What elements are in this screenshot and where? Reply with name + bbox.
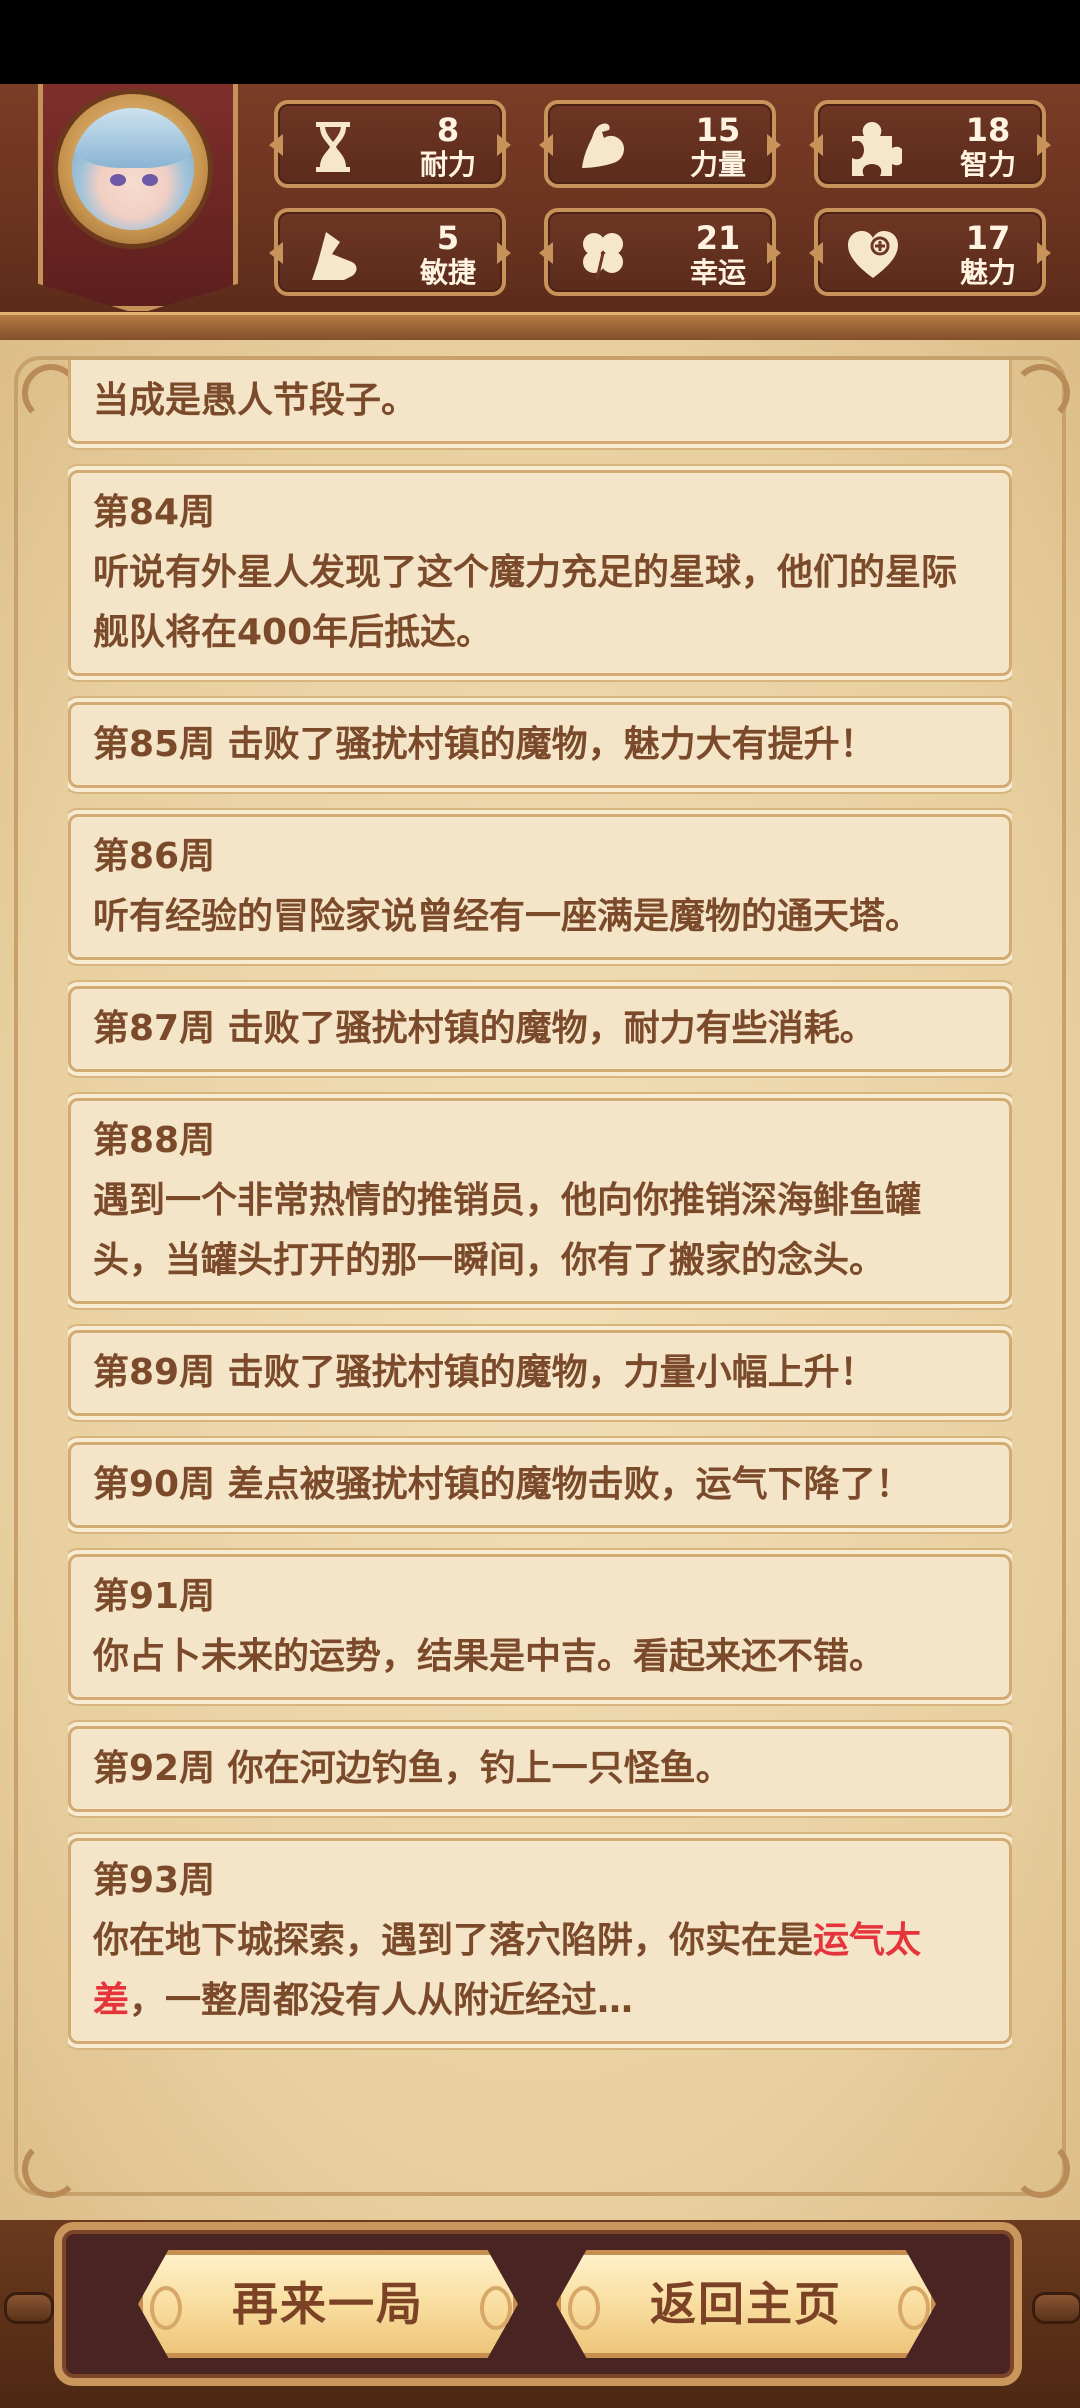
boot-icon: [304, 226, 362, 284]
entry-text: ，一整周都没有人从附近经过…: [129, 1980, 634, 2021]
entry-text: 差点被骚扰村镇的魔物击败，运气下降了！: [227, 1464, 912, 1505]
stat-label: 智力: [959, 148, 1016, 181]
entry-text: 遇到一个非常热情的推销员，他向你推销深海鲱鱼罐头，当罐头打开的那一瞬间，你有了搬…: [93, 1180, 922, 1281]
status-bar: [0, 0, 1080, 84]
stat-value: 18: [965, 111, 1011, 149]
entry-week: 第91周: [93, 1576, 216, 1617]
event-log[interactable]: 当成是愚人节段子。 第84周 听说有外星人发现了这个魔力充足的星球，他们的星际舰…: [68, 360, 1012, 2190]
entry-text: 你在河边钓鱼，钓上一只怪鱼。: [227, 1748, 732, 1789]
bar-knob: [1032, 2292, 1080, 2324]
entry-text: 击败了骚扰村镇的魔物，力量小幅上升！: [227, 1352, 876, 1393]
stat-value: 21: [695, 219, 741, 257]
entry-week: 第90周: [93, 1464, 228, 1505]
entry-week: 第84周: [93, 492, 216, 533]
entry-week: 第85周: [93, 724, 228, 765]
log-entry: 第93周 你在地下城探索，遇到了落穴陷阱，你实在是运气太差，一整周都没有人从附近…: [68, 1838, 1012, 2044]
log-entry: 第84周 听说有外星人发现了这个魔力充足的星球，他们的星际舰队将在400年后抵达…: [68, 470, 1012, 676]
bar-knob: [4, 2292, 54, 2324]
home-button[interactable]: 返回主页: [556, 2250, 936, 2358]
entry-week: 第86周: [93, 836, 216, 877]
log-entry: 第90周 差点被骚扰村镇的魔物击败，运气下降了！: [68, 1442, 1012, 1528]
entry-week: 第93周: [93, 1860, 216, 1901]
log-entry: 第86周 听有经验的冒险家说曾经有一座满是魔物的通天塔。: [68, 814, 1012, 960]
four-leaf-clover-icon: [574, 226, 632, 284]
stat-value: 5: [436, 219, 460, 257]
stat-label: 敏捷: [419, 256, 476, 289]
log-entry: 第85周 击败了骚扰村镇的魔物，魅力大有提升！: [68, 702, 1012, 788]
entry-week: 第87周: [93, 1008, 228, 1049]
log-entry: 第89周 击败了骚扰村镇的魔物，力量小幅上升！: [68, 1330, 1012, 1416]
button-ornament: [898, 2286, 930, 2330]
stat-label: 耐力: [419, 148, 476, 181]
stat-agility: 5 敏捷: [274, 208, 506, 296]
log-entry: 当成是愚人节段子。: [68, 360, 1012, 444]
puzzle-piece-icon: [844, 118, 904, 176]
entry-week: 第88周: [93, 1120, 216, 1161]
stat-strength: 15 力量: [544, 100, 776, 188]
stat-stamina: 8 耐力: [274, 100, 506, 188]
stat-value: 17: [965, 219, 1011, 257]
stat-intelligence: 18 智力: [814, 100, 1046, 188]
entry-week: 第89周: [93, 1352, 228, 1393]
entry-text: 听说有外星人发现了这个魔力充足的星球，他们的星际舰队将在400年后抵达。: [93, 552, 958, 653]
avatar[interactable]: [72, 108, 194, 230]
button-ornament: [150, 2286, 182, 2330]
entry-text: 当成是愚人节段子。: [93, 380, 418, 421]
heart-plus-icon: [844, 226, 902, 284]
log-entry: 第88周 遇到一个非常热情的推销员，他向你推销深海鲱鱼罐头，当罐头打开的那一瞬间…: [68, 1098, 1012, 1304]
corner-ornament: [1012, 364, 1070, 422]
stat-label: 幸运: [689, 256, 746, 289]
entry-text: 击败了骚扰村镇的魔物，耐力有些消耗。: [227, 1008, 876, 1049]
hourglass-icon: [304, 118, 362, 176]
entry-week: 第92周: [93, 1748, 228, 1789]
entry-text: 听有经验的冒险家说曾经有一座满是魔物的通天塔。: [93, 896, 922, 937]
log-entry: 第91周 你占卜未来的运势，结果是中吉。看起来还不错。: [68, 1554, 1012, 1700]
button-ornament: [480, 2286, 512, 2330]
stat-charm: 17 魅力: [814, 208, 1046, 296]
log-entry: 第92周 你在河边钓鱼，钓上一只怪鱼。: [68, 1726, 1012, 1812]
stat-label: 力量: [689, 148, 746, 181]
stat-luck: 21 幸运: [544, 208, 776, 296]
button-ornament: [568, 2286, 600, 2330]
corner-ornament: [1012, 2140, 1070, 2198]
muscle-arm-icon: [574, 118, 632, 176]
log-entry: 第87周 击败了骚扰村镇的魔物，耐力有些消耗。: [68, 986, 1012, 1072]
stat-value: 15: [695, 111, 741, 149]
entry-text: 击败了骚扰村镇的魔物，魅力大有提升！: [227, 724, 876, 765]
entry-text: 你占卜未来的运势，结果是中吉。看起来还不错。: [93, 1636, 886, 1677]
stat-value: 8: [436, 111, 460, 149]
restart-button[interactable]: 再来一局: [138, 2250, 518, 2358]
entry-text: 你在地下城探索，遇到了落穴陷阱，你实在是: [93, 1920, 814, 1961]
stat-label: 魅力: [959, 256, 1016, 289]
